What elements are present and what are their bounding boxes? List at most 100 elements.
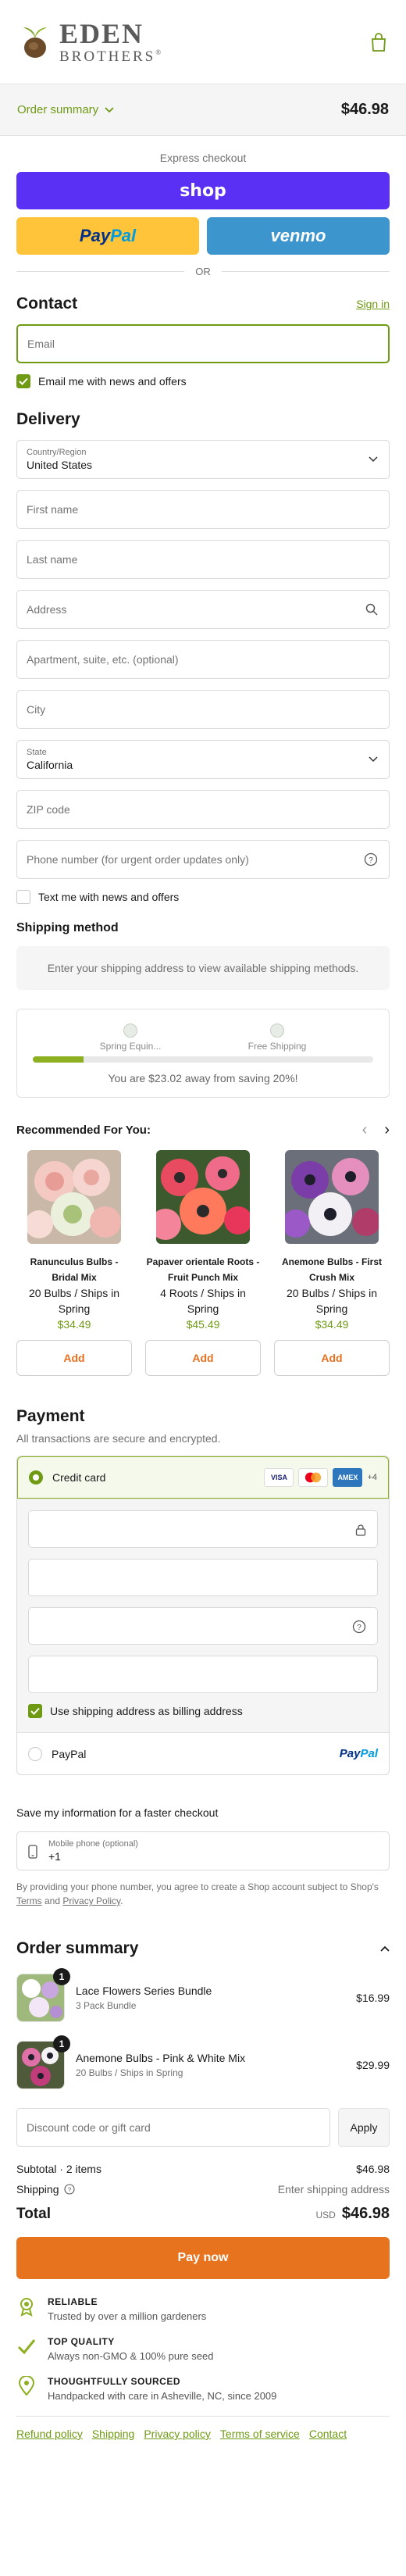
card-security-code-field[interactable]: ? [28, 1607, 378, 1645]
zip-field[interactable]: ZIP code [16, 790, 390, 829]
order-summary-header[interactable]: Order summary [16, 1939, 390, 1958]
product-image-anemone[interactable] [282, 1150, 380, 1244]
add-button[interactable]: Add [145, 1340, 261, 1376]
total-value: $46.98 [341, 2205, 390, 2222]
credit-card-radio[interactable] [29, 1470, 43, 1485]
add-button[interactable]: Add [16, 1340, 132, 1376]
phone-field[interactable]: Phone number (for urgent order updates o… [16, 840, 390, 879]
order-summary-heading: Order summary [16, 1939, 139, 1957]
city-field[interactable]: City [16, 690, 390, 729]
trust-item: THOUGHTFULLY SOURCED Handpacked with car… [16, 2376, 390, 2402]
progress-message: You are $23.02 away from saving 20%! [108, 1072, 298, 1084]
recommended-heading: Recommended For You: [16, 1124, 151, 1137]
recommended-carousel: Ranunculus Bulbs - Bridal Mix 20 Bulbs /… [16, 1150, 390, 1376]
mobile-phone-field[interactable]: Mobile phone (optional) +1 [16, 1831, 390, 1870]
amex-text: AMEX [337, 1474, 358, 1481]
total-amount-wrap: USD $46.98 [315, 2205, 390, 2223]
billing-checkbox-row[interactable]: Use shipping address as billing address [28, 1704, 378, 1718]
apartment-placeholder: Apartment, suite, etc. (optional) [27, 653, 179, 666]
email-news-checkbox[interactable] [16, 374, 30, 388]
country-select[interactable]: Country/Region United States [16, 440, 390, 479]
save-info-title: Save my information for a faster checkou… [16, 1806, 219, 1819]
apartment-field[interactable]: Apartment, suite, etc. (optional) [16, 640, 390, 679]
registered-mark: ® [155, 48, 164, 56]
carousel-prev-icon[interactable]: ‹ [362, 1121, 368, 1139]
sign-in-link[interactable]: Sign in [356, 298, 390, 310]
trust-title: RELIABLE [48, 2296, 98, 2307]
delivery-heading: Delivery [16, 410, 80, 428]
venmo-express-button[interactable]: venmo [207, 217, 390, 255]
contact-link[interactable]: Contact [309, 2428, 347, 2440]
help-circle-icon[interactable]: ? [63, 2184, 75, 2195]
recommended-card: Ranunculus Bulbs - Bridal Mix 20 Bulbs /… [16, 1150, 132, 1376]
sms-news-checkbox[interactable] [16, 890, 30, 904]
last-name-field[interactable]: Last name [16, 540, 390, 579]
total-currency: USD [315, 2210, 336, 2221]
ribbon-award-icon [20, 2298, 33, 2317]
terms-of-service-link[interactable]: Terms of service [220, 2428, 300, 2440]
privacy-policy-link[interactable]: Privacy Policy [62, 1895, 120, 1906]
first-name-field[interactable]: First name [16, 490, 390, 529]
contact-heading: Contact [16, 295, 78, 313]
trust-desc: Handpacked with care in Asheville, NC, s… [48, 2390, 277, 2402]
product-image-ranunculus[interactable] [25, 1150, 121, 1244]
svg-text:?: ? [67, 2187, 71, 2194]
milestone-spring-label: Spring Equin... [99, 1041, 162, 1052]
shopping-bag-icon[interactable] [369, 32, 389, 52]
line-item-thumbnail: 1 [16, 2035, 70, 2089]
recommended-price: $34.49 [57, 1318, 91, 1331]
brand-name-line2: BROTHERS® [59, 48, 164, 65]
sms-news-checkbox-row[interactable]: Text me with news and offers [16, 890, 390, 904]
search-icon [365, 603, 378, 616]
help-circle-icon[interactable]: ? [352, 1620, 366, 1634]
product-image-papaver[interactable] [150, 1150, 252, 1244]
paypal-radio[interactable] [28, 1746, 42, 1761]
billing-checkbox[interactable] [28, 1704, 42, 1718]
progress-milestones: Spring Equin... Free Shipping [33, 1024, 373, 1052]
brand-logo[interactable]: EDEN BROTHERS® [17, 20, 163, 64]
state-select[interactable]: State California [16, 740, 390, 779]
total-row: Total USD $46.98 [16, 2205, 390, 2223]
carousel-arrows: ‹ › [362, 1121, 390, 1139]
shop-pay-button[interactable]: shop [16, 172, 390, 209]
venmo-label: venmo [270, 226, 326, 245]
chevron-up-icon[interactable] [380, 1945, 390, 1952]
recommended-desc: 4 Roots / Ships in Spring [160, 1287, 246, 1315]
checkmark-icon [19, 377, 28, 385]
card-expiry-field[interactable] [28, 1559, 378, 1596]
card-number-field[interactable] [28, 1510, 378, 1548]
chevron-down-icon [369, 456, 378, 463]
credit-card-option[interactable]: Credit card VISA AMEX +4 [17, 1456, 389, 1499]
privacy-policy-footer-link[interactable]: Privacy policy [144, 2428, 211, 2440]
apply-discount-button[interactable]: Apply [338, 2108, 390, 2147]
card-name-field[interactable] [28, 1656, 378, 1693]
paypal-label-b: Pal [110, 226, 137, 245]
help-circle-icon[interactable]: ? [364, 852, 378, 866]
discount-code-field[interactable]: Discount code or gift card [16, 2108, 330, 2147]
discount-row: Discount code or gift card Apply [16, 2108, 390, 2147]
refund-policy-link[interactable]: Refund policy [16, 2428, 83, 2440]
email-field[interactable]: Email [16, 324, 390, 363]
terms-link[interactable]: Terms [16, 1895, 42, 1906]
address-field[interactable]: Address [16, 590, 390, 629]
country-value: United States [27, 459, 93, 471]
paypal-option[interactable]: PayPal PayPal [17, 1732, 389, 1774]
add-button[interactable]: Add [274, 1340, 390, 1376]
order-summary-total: $46.98 [340, 101, 389, 118]
email-news-label: Email me with news and offers [38, 375, 187, 388]
mobile-phone-label: Mobile phone (optional) [48, 1839, 138, 1849]
shipping-label: Shipping [16, 2183, 59, 2195]
order-summary-toggle[interactable]: Order summary [17, 103, 114, 116]
paypal-express-button[interactable]: Pay Pal [16, 217, 199, 255]
email-news-checkbox-row[interactable]: Email me with news and offers [16, 374, 390, 388]
line-item-thumbnail: 1 [16, 1968, 70, 2022]
pay-now-button[interactable]: Pay now [16, 2237, 390, 2279]
carousel-next-icon[interactable]: › [384, 1121, 390, 1139]
shipping-label-wrap: Shipping ? [16, 2183, 75, 2195]
line-item-subtitle: 20 Bulbs / Ships in Spring [76, 2067, 183, 2078]
order-summary-toggle-bar[interactable]: Order summary $46.98 [0, 84, 406, 136]
state-label: State [27, 748, 47, 757]
payment-subtitle: All transactions are secure and encrypte… [16, 1432, 221, 1445]
shipping-policy-link[interactable]: Shipping [92, 2428, 135, 2440]
line-item: 1 Anemone Bulbs - Pink & White Mix 20 Bu… [16, 2035, 390, 2089]
